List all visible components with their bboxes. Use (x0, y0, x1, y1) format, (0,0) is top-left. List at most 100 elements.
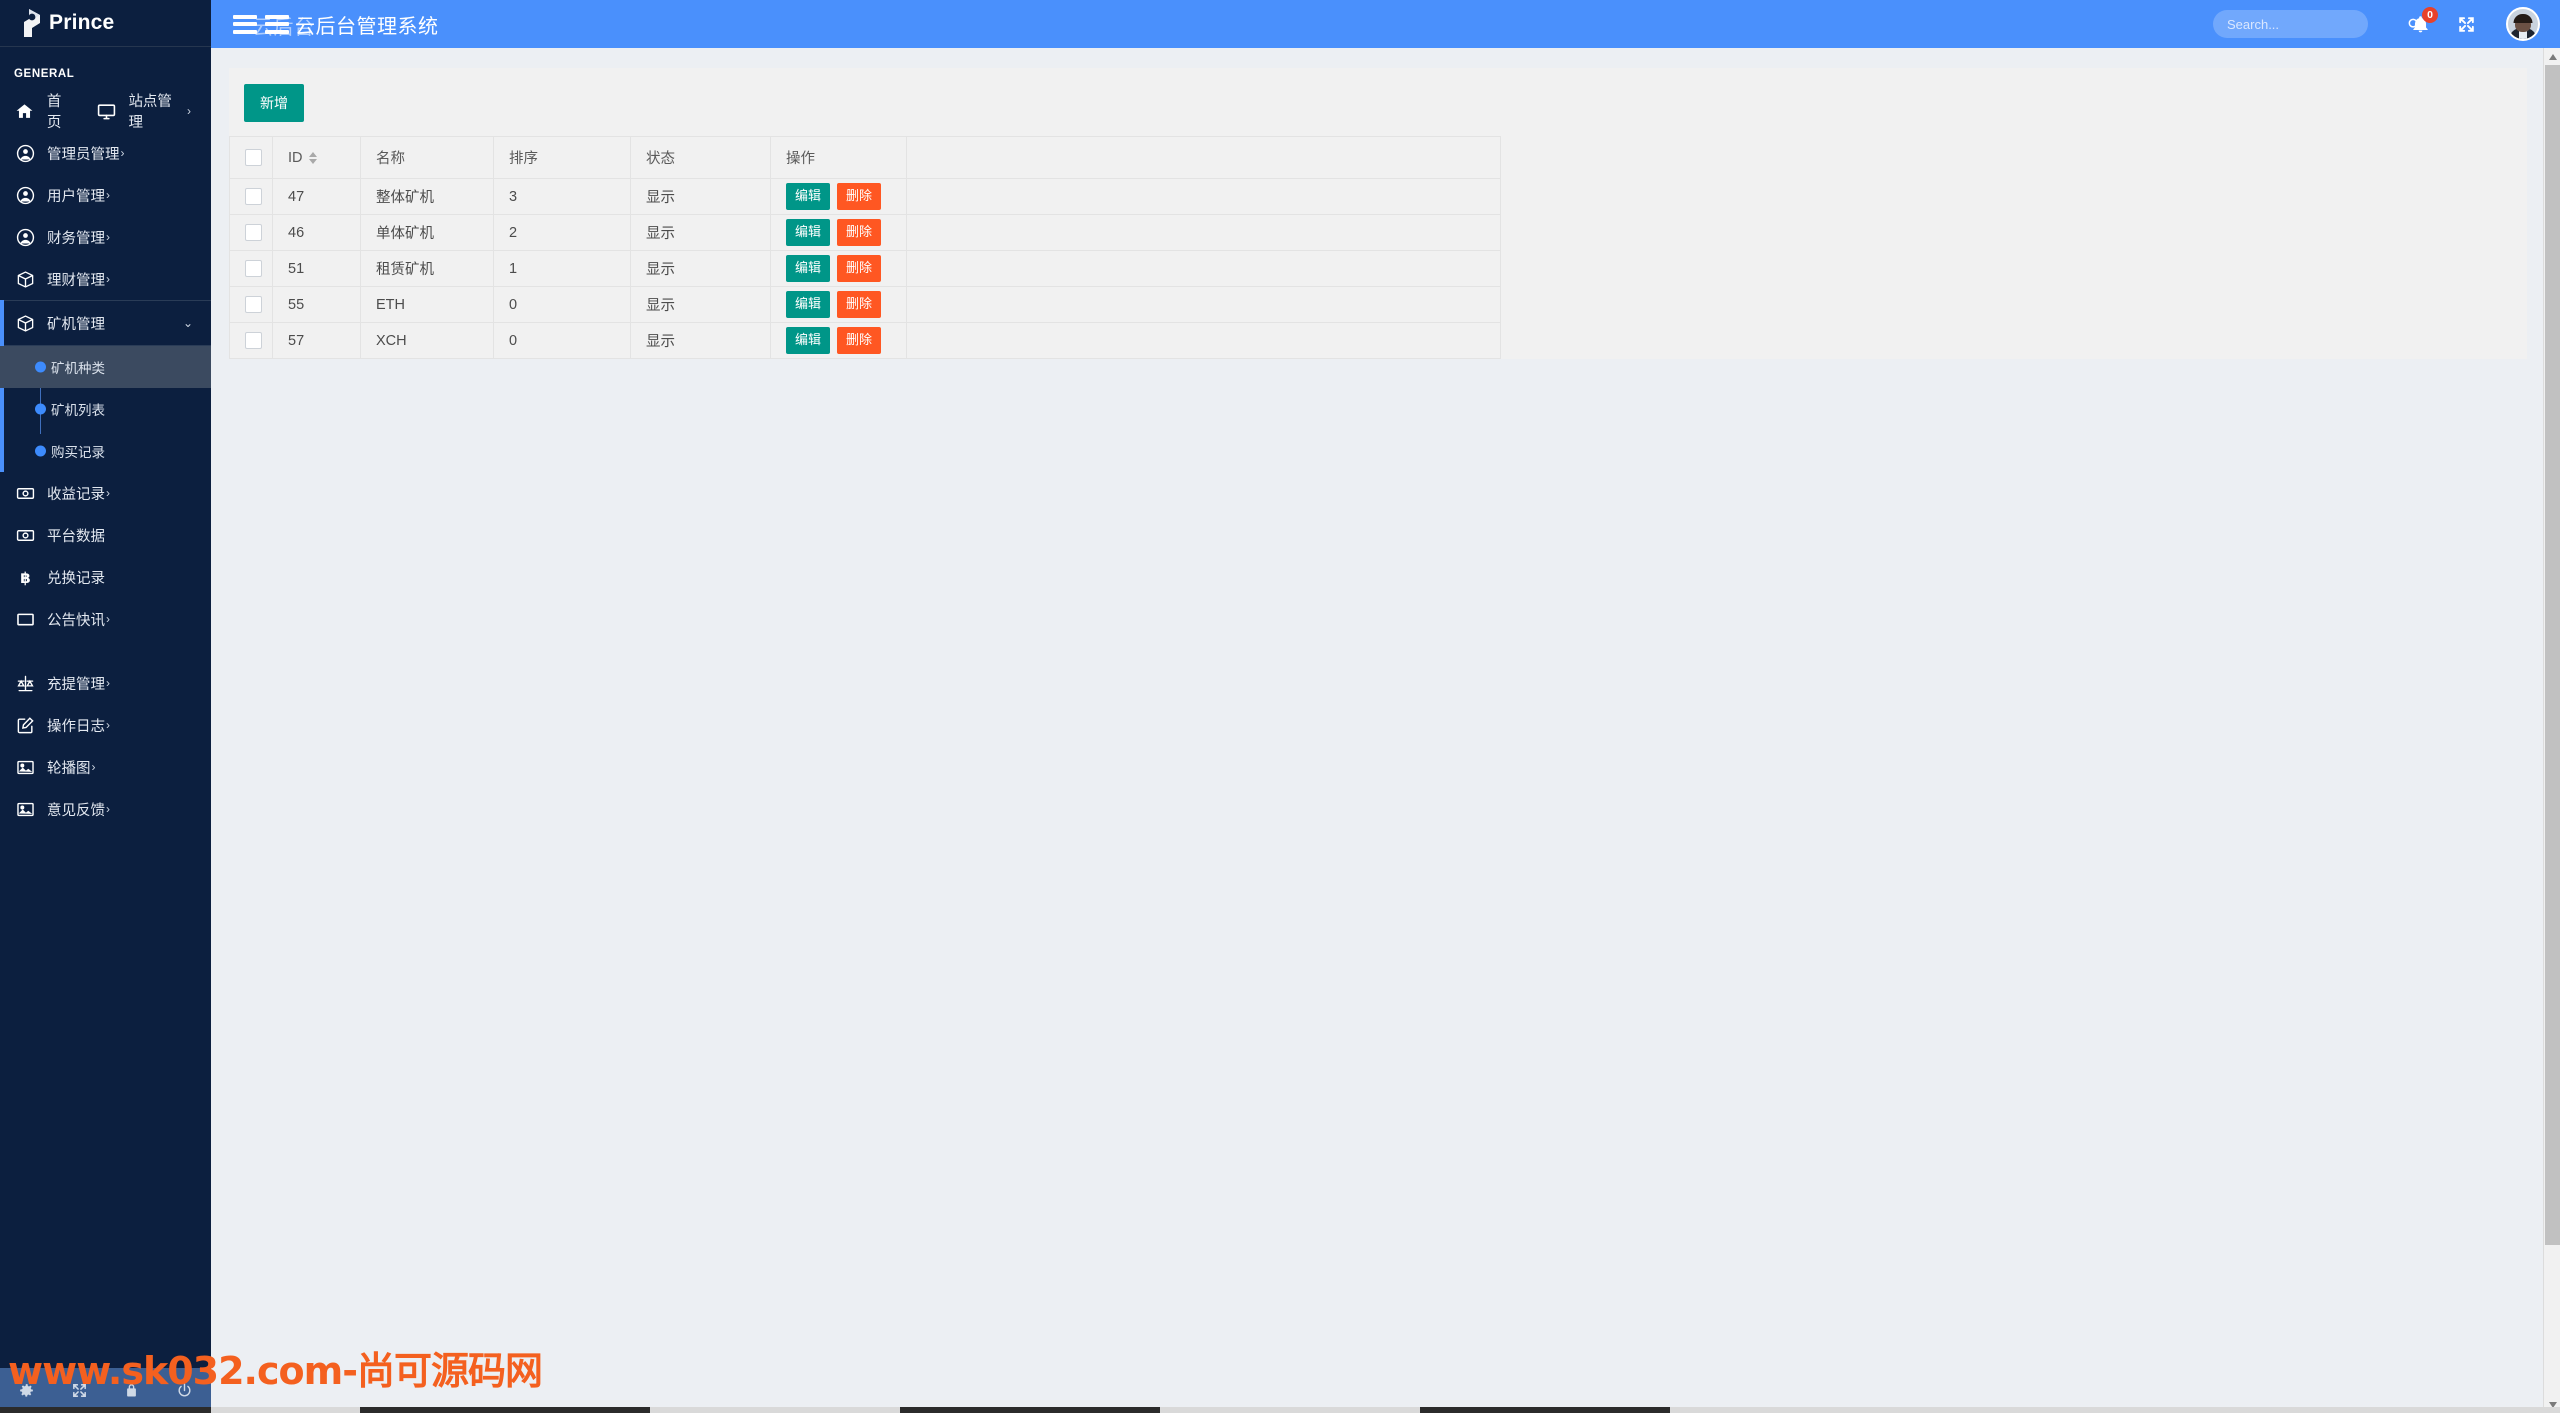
edit-button[interactable]: 编辑 (786, 219, 831, 246)
sidebar-item-deposit-withdraw[interactable]: 充提管理 › (0, 662, 211, 704)
chevron-right-icon: › (106, 188, 110, 202)
cube-icon (14, 268, 36, 290)
sidebar-item-site-label: 站点管理 (128, 94, 172, 131)
select-all-checkbox[interactable] (245, 149, 262, 166)
sort-toggle-icon[interactable] (308, 151, 317, 164)
scale-icon (14, 672, 36, 694)
table-row[interactable]: 57 XCH 0 显示 编辑 删除 (229, 322, 1501, 359)
delete-button[interactable]: 删除 (837, 327, 882, 354)
delete-button[interactable]: 删除 (837, 183, 882, 210)
scroll-up-arrow[interactable] (2544, 48, 2560, 65)
sidebar-subitem-miner-list[interactable]: 矿机列表 (0, 388, 211, 430)
sidebar-item-carousel[interactable]: 轮播图 › (0, 746, 211, 788)
hamburger-icon-secondary[interactable] (265, 11, 289, 37)
edit-button[interactable]: 编辑 (786, 291, 831, 318)
table-row[interactable]: 46 单体矿机 2 显示 编辑 删除 (229, 214, 1501, 251)
sidebar-subitem-miner-types[interactable]: 矿机种类 (0, 346, 211, 388)
sidebar-item-feedback-label: 意见反馈 (47, 802, 105, 819)
sidebar-item-site-management[interactable]: 站点管理 › (96, 90, 191, 132)
sidebar-submenu-miner: 矿机种类 矿机列表 购买记录 (0, 346, 211, 472)
delete-button[interactable]: 删除 (837, 291, 882, 318)
sidebar-item-admin-label: 管理员管理 (47, 146, 120, 163)
chevron-down-icon: ⌄ (182, 316, 193, 330)
search-input[interactable] (2213, 16, 2407, 32)
brand-header[interactable]: Prince (0, 0, 211, 47)
fullscreen-icon[interactable] (53, 1382, 106, 1399)
gear-icon[interactable] (0, 1382, 53, 1399)
sidebar-item-operation-log[interactable]: 操作日志 › (0, 704, 211, 746)
cell-state: 显示 (630, 250, 771, 287)
column-header-id[interactable]: ID (272, 136, 361, 179)
cell-state: 显示 (630, 286, 771, 323)
sidebar-item-announcements[interactable]: 公告快讯 › (0, 598, 211, 640)
user-avatar[interactable] (2506, 7, 2540, 41)
lock-icon[interactable] (106, 1382, 159, 1399)
sidebar-item-platform-data-label: 平台数据 (47, 528, 105, 545)
sidebar-scroll: GENERAL 首页 站点管理 › 管理员管理 › 用户管理 › 财务管理 › … (0, 47, 211, 1413)
chevron-right-icon: › (106, 230, 110, 244)
edit-button[interactable]: 编辑 (786, 183, 831, 210)
os-taskbar (0, 1407, 2560, 1413)
top-header: 云后台 云后台管理系统 0 (211, 0, 2560, 48)
sidebar-item-admin-management[interactable]: 管理员管理 › (0, 132, 211, 174)
cell-filler (906, 322, 1501, 359)
sidebar-subitem-purchase-label: 购买记录 (51, 445, 105, 460)
timeline-dot-icon (35, 361, 46, 373)
cell-actions: 编辑 删除 (770, 178, 907, 215)
sidebar-item-user-label: 用户管理 (47, 188, 105, 205)
power-icon[interactable] (158, 1382, 211, 1399)
cell-id: 57 (272, 322, 361, 359)
sidebar-item-platform-data[interactable]: 平台数据 (0, 514, 211, 556)
cell-filler (906, 178, 1501, 215)
cell-name: 租赁矿机 (360, 250, 494, 287)
edit-button[interactable]: 编辑 (786, 255, 831, 282)
scrollbar-thumb[interactable] (2545, 65, 2560, 1245)
table-row[interactable]: 47 整体矿机 3 显示 编辑 删除 (229, 178, 1501, 215)
sidebar-item-feedback[interactable]: 意见反馈 › (0, 788, 211, 830)
hamburger-icon[interactable] (233, 11, 257, 37)
sidebar-item-wealth-management[interactable]: 理财管理 › (0, 258, 211, 300)
table-row[interactable]: 51 租赁矿机 1 显示 编辑 删除 (229, 250, 1501, 287)
search-box[interactable] (2213, 10, 2421, 38)
row-checkbox[interactable] (245, 188, 262, 205)
add-button[interactable]: 新增 (244, 84, 304, 122)
sidebar-item-finance-management[interactable]: 财务管理 › (0, 216, 211, 258)
cell-filler (906, 214, 1501, 251)
fullscreen-button[interactable] (2450, 8, 2482, 40)
sidebar-item-earnings-records[interactable]: 收益记录 › (0, 472, 211, 514)
sidebar-item-miner-label: 矿机管理 (47, 316, 105, 333)
prince-logo-icon (16, 8, 42, 38)
delete-button[interactable]: 删除 (837, 255, 882, 282)
user-circle-icon (14, 142, 36, 164)
column-header-actions: 操作 (770, 136, 907, 179)
sidebar-item-announcements-label: 公告快讯 (47, 612, 105, 629)
chevron-right-icon: › (106, 718, 110, 732)
column-header-id-label: ID (288, 149, 303, 166)
money-icon (14, 524, 36, 546)
sidebar-item-miner-management[interactable]: 矿机管理 ⌄ (0, 300, 211, 346)
expand-arrows-icon (2458, 16, 2474, 32)
row-checkbox[interactable] (245, 260, 262, 277)
sidebar-item-exchange-records[interactable]: ฿ 兑换记录 (0, 556, 211, 598)
sidebar-item-home[interactable]: 首页 (14, 90, 76, 132)
table-header-row: ID 名称 排序 状态 操作 (229, 136, 1501, 179)
table-row[interactable]: 55 ETH 0 显示 编辑 删除 (229, 286, 1501, 323)
row-checkbox[interactable] (245, 224, 262, 241)
row-checkbox[interactable] (245, 296, 262, 313)
cell-name: XCH (360, 322, 494, 359)
cell-sort: 0 (493, 322, 631, 359)
money-icon (14, 482, 36, 504)
delete-button[interactable]: 删除 (837, 219, 882, 246)
cell-name: 单体矿机 (360, 214, 494, 251)
cell-sort: 2 (493, 214, 631, 251)
sidebar-item-user-management[interactable]: 用户管理 › (0, 174, 211, 216)
cell-id: 55 (272, 286, 361, 323)
row-select-cell (229, 178, 273, 215)
page-scrollbar[interactable] (2543, 48, 2560, 1413)
edit-button[interactable]: 编辑 (786, 327, 831, 354)
row-checkbox[interactable] (245, 332, 262, 349)
sidebar-subitem-purchase-records[interactable]: 购买记录 (0, 430, 211, 472)
row-select-cell (229, 286, 273, 323)
notifications-button[interactable]: 0 (2404, 7, 2438, 40)
svg-text:฿: ฿ (20, 569, 30, 587)
